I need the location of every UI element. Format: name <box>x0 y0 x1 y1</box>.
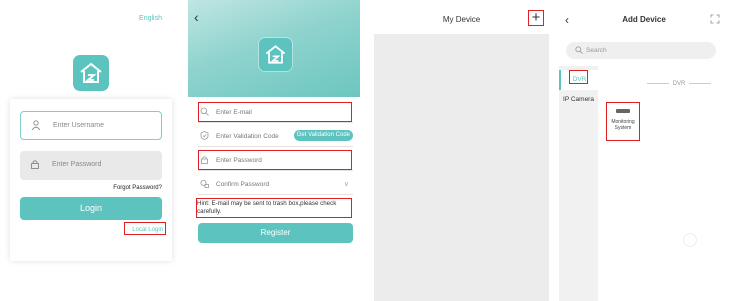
code-placeholder: Enter Validation Code <box>216 133 279 140</box>
app-logo <box>73 55 109 91</box>
login-screen: English Enter Username Enter Password Fo… <box>0 0 180 301</box>
language-selector[interactable]: English <box>139 15 162 22</box>
search-icon <box>575 46 583 54</box>
validation-code-field[interactable]: Enter Validation Code Get Validation Cod… <box>198 126 353 147</box>
house-icon <box>80 62 102 83</box>
chevron-down-icon[interactable]: ∨ <box>344 180 349 188</box>
lock-icon <box>31 160 39 169</box>
register-button[interactable]: Register <box>198 223 353 243</box>
confirm-placeholder: Confirm Password <box>216 181 270 188</box>
confirm-password-field[interactable]: Confirm Password ∨ <box>198 174 353 195</box>
highlight-box <box>569 70 588 84</box>
user-icon <box>31 120 41 130</box>
highlight-box <box>124 222 166 235</box>
shield-icon <box>200 131 209 140</box>
add-device-screen: ‹ Add Device Search DVR IP Camera DVR Mo… <box>559 0 729 301</box>
register-screen: ‹ Enter E-mail Enter Validation Code Get… <box>188 0 360 301</box>
username-field[interactable]: Enter Username <box>20 111 162 140</box>
highlight-box <box>198 102 352 122</box>
highlight-box <box>528 10 544 26</box>
get-validation-code-button[interactable]: Get Validation Code <box>293 130 353 141</box>
highlight-box <box>606 102 640 141</box>
login-card: Enter Username Enter Password Forgot Pas… <box>10 99 172 261</box>
category-sidebar: DVR IP Camera <box>559 66 598 301</box>
forgot-password-link[interactable]: Forgot Password? <box>113 185 162 191</box>
my-device-screen: My Device + <box>374 0 549 301</box>
username-placeholder: Enter Username <box>53 122 104 129</box>
expand-icon[interactable] <box>710 14 720 24</box>
decorative-circle <box>683 233 697 247</box>
section-title: DVR <box>672 81 686 87</box>
page-title: Add Device <box>622 15 666 24</box>
key-lock-icon <box>200 180 209 188</box>
category-ip-camera[interactable]: IP Camera <box>559 96 598 103</box>
password-field[interactable]: Enter Password <box>20 151 162 180</box>
highlight-box <box>198 150 352 170</box>
app-logo <box>259 38 292 71</box>
search-input[interactable]: Search <box>566 42 716 59</box>
back-icon[interactable]: ‹ <box>194 9 199 25</box>
search-placeholder: Search <box>586 47 607 54</box>
password-placeholder: Enter Password <box>52 161 102 168</box>
device-list <box>374 34 549 301</box>
highlight-box <box>196 198 352 218</box>
section-header: DVR <box>634 81 724 87</box>
house-icon <box>265 45 286 64</box>
login-button[interactable]: Login <box>20 197 162 220</box>
page-title: My Device <box>442 15 481 24</box>
